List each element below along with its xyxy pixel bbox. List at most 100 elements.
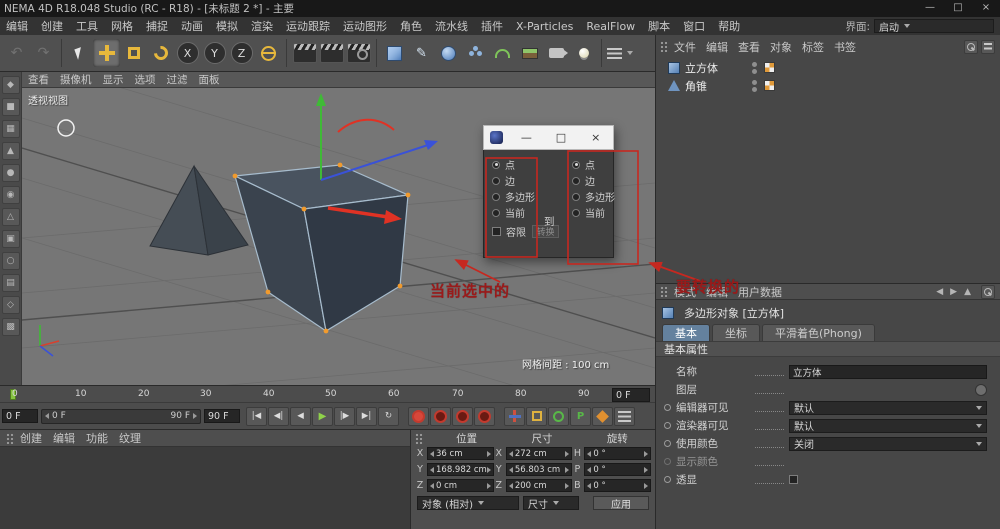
history-back-icon[interactable]: ◀ xyxy=(936,287,943,297)
am-menu-mode[interactable]: 模式 xyxy=(674,284,696,300)
viewport-menu-panel[interactable]: 面板 xyxy=(199,72,220,87)
om-menu-edit[interactable]: 编辑 xyxy=(706,39,728,55)
menu-window[interactable]: 窗口 xyxy=(683,18,705,34)
om-menu-view[interactable]: 查看 xyxy=(738,39,760,55)
size-z-field[interactable]: 200 cm xyxy=(506,479,573,492)
start-frame-field[interactable]: 0 F xyxy=(2,409,38,423)
record-parameter-toggle[interactable]: P xyxy=(570,407,591,426)
previous-key-button[interactable]: ◀| xyxy=(268,407,289,426)
autokey-button[interactable] xyxy=(430,407,451,426)
menu-render[interactable]: 渲染 xyxy=(251,18,273,34)
add-spline-button[interactable]: ✎ xyxy=(408,39,435,67)
render-visibility-select[interactable]: 默认 xyxy=(789,419,987,433)
xray-checkbox[interactable] xyxy=(789,475,798,484)
render-settings-button[interactable] xyxy=(345,39,372,67)
model-mode-icon[interactable]: ■ xyxy=(2,98,20,116)
dialog-title-bar[interactable]: — □ × xyxy=(483,125,614,150)
add-camera-button[interactable] xyxy=(543,39,570,67)
current-frame-field[interactable]: 0 F xyxy=(612,388,650,402)
dialog-maximize-button[interactable]: □ xyxy=(544,126,579,150)
rotation-b-field[interactable]: 0 ° xyxy=(584,479,651,492)
viewport-menu-options[interactable]: 选项 xyxy=(135,72,156,87)
pyramid-object[interactable] xyxy=(150,166,248,255)
object-row-pyramid[interactable]: 角锥 xyxy=(656,77,1000,94)
menu-snap[interactable]: 捕捉 xyxy=(146,18,168,34)
position-y-field[interactable]: 168.982 cm xyxy=(427,463,494,476)
panel-drag-handle-icon[interactable] xyxy=(415,433,424,444)
material-menu-edit[interactable]: 编辑 xyxy=(53,430,75,446)
interface-layout-select[interactable]: 启动 xyxy=(874,19,994,33)
edges-mode-icon[interactable]: ◉ xyxy=(2,186,20,204)
viewport-menu-filter[interactable]: 过滤 xyxy=(167,72,188,87)
use-color-select[interactable]: 关闭 xyxy=(789,437,987,451)
viewport-menu-cameras[interactable]: 摄像机 xyxy=(60,72,92,87)
add-subdivision-surface-button[interactable] xyxy=(435,39,462,67)
goto-start-button[interactable]: |◀ xyxy=(246,407,267,426)
keyframe-ring-icon[interactable] xyxy=(664,404,671,411)
apply-button[interactable]: 应用 xyxy=(593,496,649,510)
menu-animate[interactable]: 动画 xyxy=(181,18,203,34)
om-menu-file[interactable]: 文件 xyxy=(674,39,696,55)
enable-snap-icon[interactable]: ▤ xyxy=(2,274,20,292)
viewport-menu-view[interactable]: 查看 xyxy=(28,72,49,87)
workplane-snap-icon[interactable]: ◇ xyxy=(2,296,20,314)
layer-browser-icon[interactable] xyxy=(975,384,987,396)
tolerance-checkbox[interactable] xyxy=(492,227,501,236)
play-button[interactable]: ▶ xyxy=(312,407,333,426)
size-mode-select[interactable]: 尺寸 xyxy=(523,496,579,510)
redo-icon[interactable]: ↷ xyxy=(30,39,57,67)
keyframe-ring-icon[interactable] xyxy=(664,440,671,447)
cube-object[interactable] xyxy=(233,163,411,334)
phong-tag-icon[interactable] xyxy=(764,62,775,73)
panel-drag-handle-icon[interactable] xyxy=(660,286,669,297)
loop-playback-button[interactable]: ↻ xyxy=(378,407,399,426)
scale-tool[interactable] xyxy=(120,39,147,67)
tab-phong[interactable]: 平滑着色(Phong) xyxy=(762,324,875,341)
menu-mesh[interactable]: 网格 xyxy=(111,18,133,34)
om-menu-objects[interactable]: 对象 xyxy=(770,39,792,55)
keyframe-ring-icon[interactable] xyxy=(664,422,671,429)
menu-help[interactable]: 帮助 xyxy=(718,18,740,34)
menu-script[interactable]: 脚本 xyxy=(648,18,670,34)
om-menu-bookmarks[interactable]: 书签 xyxy=(834,39,856,55)
editor-visibility-select[interactable]: 默认 xyxy=(789,401,987,415)
menu-create[interactable]: 创建 xyxy=(41,18,63,34)
to-edges-option[interactable]: 边 xyxy=(572,173,615,188)
live-selection-tool[interactable] xyxy=(66,39,93,67)
to-points-option[interactable]: 点 xyxy=(572,157,615,172)
position-z-field[interactable]: 0 cm xyxy=(427,479,494,492)
position-x-field[interactable]: 36 cm xyxy=(427,447,494,460)
menu-motion-tracker[interactable]: 运动跟踪 xyxy=(286,18,330,34)
record-pla-toggle[interactable] xyxy=(592,407,613,426)
history-forward-icon[interactable]: ▶ xyxy=(950,287,957,297)
menu-tools[interactable]: 工具 xyxy=(76,18,98,34)
maximize-button[interactable]: □ xyxy=(944,0,972,17)
previous-frame-button[interactable]: ◀ xyxy=(290,407,311,426)
move-tool[interactable] xyxy=(93,39,120,67)
keyframe-ring-icon[interactable] xyxy=(664,476,671,483)
dialog-minimize-button[interactable]: — xyxy=(509,126,544,150)
texture-mode-icon[interactable]: ▦ xyxy=(2,120,20,138)
polygons-mode-icon[interactable]: △ xyxy=(2,208,20,226)
convert-mode-icon[interactable]: ◆ xyxy=(2,76,20,94)
keyframe-selection-button[interactable] xyxy=(452,407,473,426)
add-array-button[interactable] xyxy=(462,39,489,67)
phong-tag-icon[interactable] xyxy=(764,80,775,91)
timeline-options-button[interactable] xyxy=(614,407,635,426)
lock-x-axis-button[interactable]: X xyxy=(174,39,201,67)
next-frame-button[interactable]: |▶ xyxy=(334,407,355,426)
name-field[interactable]: 立方体 xyxy=(789,365,987,379)
menu-simulate[interactable]: 模拟 xyxy=(216,18,238,34)
filter-icon[interactable] xyxy=(981,40,995,54)
add-environment-button[interactable] xyxy=(516,39,543,67)
rotation-h-field[interactable]: 0 ° xyxy=(584,447,651,460)
parent-object-icon[interactable]: ▲ xyxy=(964,287,971,297)
quantize-icon[interactable]: ▩ xyxy=(2,318,20,336)
am-menu-edit[interactable]: 编辑 xyxy=(706,284,728,300)
to-polygons-option[interactable]: 多边形 xyxy=(572,189,615,204)
menu-pipeline[interactable]: 流水线 xyxy=(435,18,468,34)
menu-character[interactable]: 角色 xyxy=(400,18,422,34)
coordinate-system-button[interactable] xyxy=(255,39,282,67)
menu-edit[interactable]: 编辑 xyxy=(6,18,28,34)
frame-range-slider[interactable]: 0 F 90 F xyxy=(41,409,201,424)
